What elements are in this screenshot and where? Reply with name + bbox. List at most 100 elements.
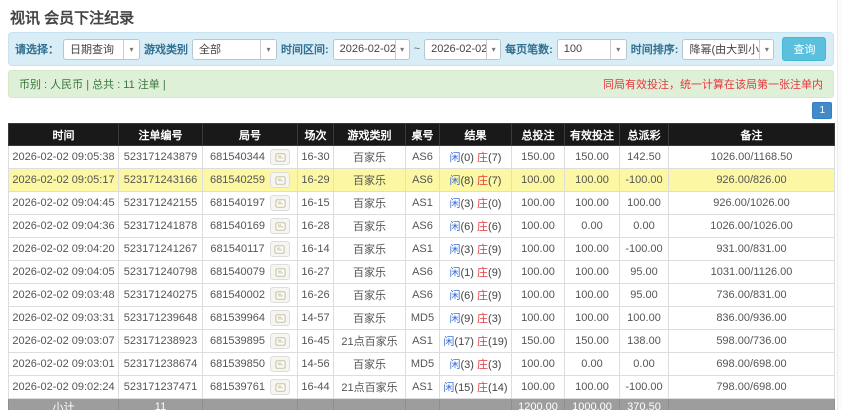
round-number: 681540002: [210, 289, 265, 301]
banker-result-label: 庄: [477, 290, 488, 302]
date-from-select[interactable]: 2026-02-02 ▾: [333, 39, 410, 60]
round-replay-icon[interactable]: [270, 333, 290, 349]
cell-total-bet[interactable]: 100.00: [512, 192, 565, 215]
cell-total-bet[interactable]: 100.00: [512, 376, 565, 399]
cell-total-bet[interactable]: 100.00: [512, 261, 565, 284]
cell-result: 闲(0) 庄(7): [440, 146, 512, 169]
date-to-select[interactable]: 2026-02-02 ▾: [424, 39, 501, 60]
cell-table-no: AS1: [406, 376, 440, 399]
cell-valid-bet: 0.00: [565, 215, 620, 238]
cell-round-no: 681539761: [203, 376, 298, 399]
cell-note: 926.00/1026.00: [669, 192, 835, 215]
cell-payout: -100.00: [620, 238, 669, 261]
cell-total-bet[interactable]: 100.00: [512, 215, 565, 238]
game-type-select[interactable]: 全部 ▾: [192, 39, 277, 60]
search-button[interactable]: 查询: [782, 37, 826, 61]
cell-table-no: AS6: [406, 261, 440, 284]
chevron-down-icon: ▾: [486, 40, 500, 59]
round-replay-icon[interactable]: [270, 379, 290, 395]
banker-result-score: (3): [488, 313, 501, 325]
cell-total-bet[interactable]: 100.00: [512, 238, 565, 261]
summary-bar: 币别 : 人民币 | 总共 : 11 注单 | 同局有效投注，统一计算在该局第一…: [8, 70, 834, 98]
scrollbar-track[interactable]: [837, 0, 842, 410]
cell-session: 16-15: [298, 192, 334, 215]
cell-payout: 142.50: [620, 146, 669, 169]
column-header-order-no: 注单编号: [119, 124, 203, 146]
banker-result-label: 庄: [477, 313, 488, 325]
page-button-1[interactable]: 1: [812, 102, 832, 119]
table-footer-row: 小计 11 1200.00 1000.00 370.50: [9, 399, 835, 410]
round-replay-icon[interactable]: [270, 264, 290, 280]
cell-table-no: AS6: [406, 146, 440, 169]
cell-total-bet[interactable]: 150.00: [512, 330, 565, 353]
currency-summary: 币别 : 人民币 | 总共 : 11 注单 |: [19, 76, 166, 92]
table-header-row: 时间 注单编号 局号 场次 游戏类别 桌号 结果 总投注 有效投注 总派彩 备注: [9, 124, 835, 146]
round-replay-icon[interactable]: [270, 218, 290, 234]
column-header-payout: 总派彩: [620, 124, 669, 146]
date-range-label: 时间区间:: [281, 41, 329, 57]
round-replay-icon[interactable]: [270, 310, 290, 326]
cell-round-no: 681539895: [203, 330, 298, 353]
chevron-down-icon: ▾: [260, 40, 276, 59]
footer-empty-cell: [203, 399, 298, 410]
cell-total-bet[interactable]: 100.00: [512, 307, 565, 330]
cell-total-bet[interactable]: 100.00: [512, 169, 565, 192]
cell-session: 16-44: [298, 376, 334, 399]
player-result-score: (6): [461, 221, 474, 233]
cell-table-no: AS6: [406, 215, 440, 238]
banker-result-score: (9): [488, 290, 501, 302]
player-result-score: (3): [461, 359, 474, 371]
cell-table-no: MD5: [406, 353, 440, 376]
range-separator: ~: [414, 43, 420, 55]
banker-result-label: 庄: [477, 244, 488, 256]
cell-table-no: AS6: [406, 169, 440, 192]
cell-order-no: 523171241267: [119, 238, 203, 261]
player-result-label: 闲: [450, 244, 461, 256]
cell-table-no: AS6: [406, 284, 440, 307]
round-replay-icon[interactable]: [270, 149, 290, 165]
cell-total-bet[interactable]: 100.00: [512, 284, 565, 307]
banker-result-score: (7): [488, 152, 501, 164]
player-result-score: (15): [454, 382, 474, 394]
banker-result-score: (9): [488, 267, 501, 279]
sort-select[interactable]: 降幂(由大到小) ▾: [682, 39, 774, 60]
chevron-down-icon: ▾: [395, 40, 409, 59]
query-type-select[interactable]: 日期查询 ▾: [63, 39, 140, 60]
round-replay-icon[interactable]: [270, 356, 290, 372]
banker-result-label: 庄: [477, 382, 488, 394]
player-result-score: (1): [461, 267, 474, 279]
cell-round-no: 681540079: [203, 261, 298, 284]
records-body: 2026-02-02 09:05:38523171243879681540344…: [9, 146, 835, 399]
page-size-select[interactable]: 100 ▾: [557, 39, 627, 60]
banker-result-label: 庄: [477, 336, 488, 348]
query-type-value: 日期查询: [64, 41, 120, 57]
round-replay-icon[interactable]: [270, 241, 290, 257]
player-result-score: (6): [461, 290, 474, 302]
cell-time: 2026-02-02 09:04:05: [9, 261, 119, 284]
cell-round-no: 681539964: [203, 307, 298, 330]
round-replay-icon[interactable]: [270, 287, 290, 303]
round-replay-icon[interactable]: [270, 195, 290, 211]
banker-result-score: (19): [488, 336, 508, 348]
cell-total-bet[interactable]: 100.00: [512, 353, 565, 376]
cell-order-no: 523171241878: [119, 215, 203, 238]
cell-game-type: 百家乐: [334, 353, 406, 376]
cell-game-type: 百家乐: [334, 238, 406, 261]
cell-order-no: 523171242155: [119, 192, 203, 215]
footer-empty-cell: [669, 399, 835, 410]
cell-round-no: 681539850: [203, 353, 298, 376]
cell-session: 16-28: [298, 215, 334, 238]
chevron-down-icon: ▾: [610, 40, 626, 59]
table-row: 2026-02-02 09:02:24523171237471681539761…: [9, 376, 835, 399]
cell-order-no: 523171238674: [119, 353, 203, 376]
cell-total-bet[interactable]: 150.00: [512, 146, 565, 169]
round-number: 681540344: [210, 151, 265, 163]
cell-session: 14-56: [298, 353, 334, 376]
player-result-label: 闲: [450, 221, 461, 233]
round-number: 681539761: [210, 381, 265, 393]
cell-result: 闲(17) 庄(19): [440, 330, 512, 353]
round-number: 681540259: [210, 174, 265, 186]
round-replay-icon[interactable]: [270, 172, 290, 188]
round-number: 681539964: [210, 312, 265, 324]
footer-total-bet-cell: 1200.00: [512, 399, 565, 410]
